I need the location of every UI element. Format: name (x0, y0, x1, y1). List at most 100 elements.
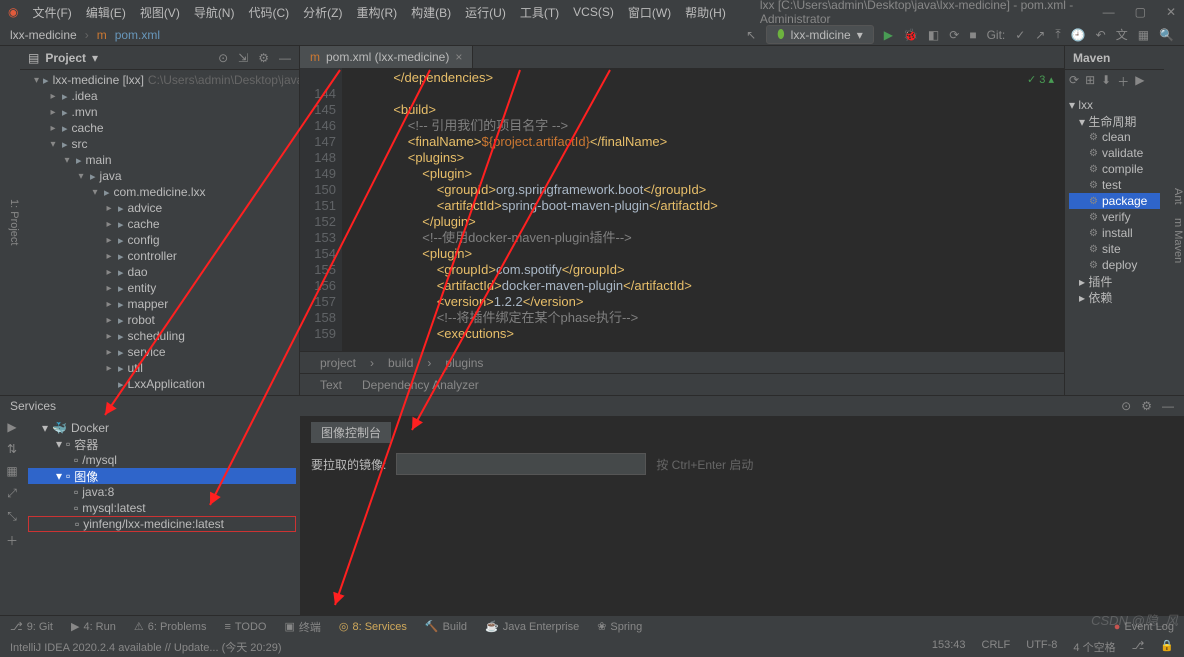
file-encoding[interactable]: UTF-8 (1026, 639, 1057, 655)
caret-position[interactable]: 153:43 (932, 639, 966, 655)
tool-terminal[interactable]: ▣终端 (284, 619, 320, 635)
tree-row[interactable]: ▸▸.idea (20, 88, 299, 104)
generate-icon[interactable]: ⊞ (1085, 73, 1095, 90)
menu-tools[interactable]: 工具(T) (520, 4, 559, 21)
tree-row[interactable]: ▸▸mapper (20, 296, 299, 312)
editor-subtab-text[interactable]: Text (320, 378, 342, 392)
run-maven-icon[interactable]: ▶ (1135, 73, 1144, 90)
tree-row[interactable]: ▸▸cache (20, 120, 299, 136)
inspection-widget[interactable]: ✓ 3 ▴ (1027, 72, 1054, 88)
tree-row[interactable]: ▸▸entity (20, 280, 299, 296)
collapse-icon[interactable]: ⤡ (7, 509, 17, 524)
maven-row[interactable]: ⚙compile (1069, 161, 1160, 177)
service-tree-row[interactable]: ▾🐳Docker (28, 420, 296, 436)
run-config-selector[interactable]: ⬮ lxx-mdicine ▾ (766, 25, 874, 44)
search-icon[interactable]: ▦ (1138, 28, 1149, 42)
run-icon[interactable]: ▶ (7, 420, 16, 434)
menu-code[interactable]: 代码(C) (248, 4, 289, 21)
menu-analyze[interactable]: 分析(Z) (303, 4, 342, 21)
tree-row[interactable]: ▾▸lxx-medicine [lxx] C:\Users\admin\Desk… (20, 72, 299, 88)
coverage-button[interactable]: ◧ (928, 28, 939, 42)
maven-row[interactable]: ▾ 生命周期 (1069, 113, 1160, 129)
tool-git[interactable]: ⎇9: Git (10, 620, 53, 633)
code-content[interactable]: ✓ 3 ▴ </dependencies> <build> <!-- 引用我们的… (342, 68, 1064, 351)
expand-all-icon[interactable]: ⇲ (238, 51, 248, 65)
gear-icon[interactable]: ⚙ (1141, 399, 1152, 413)
maven-row[interactable]: ▸ 插件 (1069, 273, 1160, 289)
minimize-icon[interactable]: — (1103, 5, 1115, 19)
tree-row[interactable]: ▸▸cache (20, 216, 299, 232)
breadcrumb-root[interactable]: lxx-medicine (10, 28, 77, 42)
editor-tab-pom[interactable]: m pom.xml (lxx-medicine) × (300, 46, 473, 68)
menu-navigate[interactable]: 导航(N) (194, 4, 235, 21)
menu-window[interactable]: 窗口(W) (628, 4, 671, 21)
add-icon[interactable]: ＋ (1117, 73, 1129, 90)
maven-row[interactable]: ▾ lxx (1069, 97, 1160, 113)
service-tree-row[interactable]: ▫mysql:latest (28, 500, 296, 516)
maven-tree[interactable]: ▾ lxx▾ 生命周期⚙clean⚙validate⚙compile⚙test⚙… (1065, 93, 1164, 309)
image-console-tab[interactable]: 图像控制台 (311, 422, 391, 443)
maven-row[interactable]: ⚙verify (1069, 209, 1160, 225)
translate-icon[interactable]: 文 (1116, 26, 1128, 43)
menu-vcs[interactable]: VCS(S) (573, 5, 614, 19)
services-tree[interactable]: ▾🐳Docker▾▫容器▫/mysql▾▫图像▫java:8▫mysql:lat… (24, 416, 300, 615)
tree-row[interactable]: ▸▸dao (20, 264, 299, 280)
project-tree[interactable]: ▾▸lxx-medicine [lxx] C:\Users\admin\Desk… (20, 70, 299, 395)
pull-image-input[interactable] (396, 453, 646, 475)
editor-breadcrumbs[interactable]: project› build› plugins (300, 351, 1064, 373)
editor-body[interactable]: 1441451461471481491501511521531541551561… (300, 68, 1064, 351)
stop-button[interactable]: ■ (969, 28, 976, 42)
tree-row[interactable]: ▾▸com.medicine.lxx (20, 184, 299, 200)
tool-spring[interactable]: ❀Spring (597, 620, 642, 633)
git-rollback-icon[interactable]: ↶ (1096, 28, 1106, 42)
tool-build[interactable]: 🔨Build (425, 620, 467, 633)
reload-icon[interactable]: ⟳ (1069, 73, 1079, 90)
maximize-icon[interactable]: ▢ (1135, 5, 1146, 19)
search-everywhere-icon[interactable]: 🔍 (1159, 28, 1174, 42)
settings-icon[interactable]: ⊙ (1121, 399, 1131, 413)
tree-row[interactable]: ▾▸main (20, 152, 299, 168)
debug-button[interactable]: 🐞 (903, 28, 918, 42)
filter-icon[interactable]: ⇅ (7, 442, 17, 456)
chevron-down-icon[interactable]: ▾ (92, 51, 98, 65)
git-branch-widget[interactable]: ⎇ (1132, 639, 1145, 655)
select-opened-icon[interactable]: ⊙ (218, 51, 228, 65)
run-button[interactable]: ▶ (884, 28, 893, 42)
close-icon[interactable]: ✕ (1166, 5, 1176, 19)
tree-row[interactable]: ▸▸.mvn (20, 104, 299, 120)
indent-status[interactable]: 4 个空格 (1073, 639, 1115, 655)
service-tree-row[interactable]: ▫java:8 (28, 484, 296, 500)
tree-row[interactable]: ▸LxxApplication (20, 376, 299, 392)
git-commit-icon[interactable]: ↗ (1035, 28, 1045, 42)
tool-todo[interactable]: ≡TODO (224, 621, 266, 633)
breadcrumb-file[interactable]: pom.xml (115, 28, 160, 42)
tool-javaee[interactable]: ☕Java Enterprise (485, 620, 579, 633)
menu-edit[interactable]: 编辑(E) (86, 4, 126, 21)
tool-run[interactable]: ▶4: Run (71, 620, 116, 633)
tree-row[interactable]: ▾▸java (20, 168, 299, 184)
maven-row[interactable]: ⚙clean (1069, 129, 1160, 145)
service-tree-row[interactable]: ▾▫容器 (28, 436, 296, 452)
group-icon[interactable]: ▦ (6, 464, 17, 478)
maven-row[interactable]: ⚙deploy (1069, 257, 1160, 273)
hide-icon[interactable]: — (279, 51, 291, 65)
editor-subtab-deps[interactable]: Dependency Analyzer (362, 378, 479, 392)
git-history-icon[interactable]: 🕘 (1071, 28, 1086, 42)
line-separator[interactable]: CRLF (982, 639, 1011, 655)
menu-help[interactable]: 帮助(H) (685, 4, 726, 21)
git-update-icon[interactable]: ✓ (1015, 28, 1025, 42)
tree-row[interactable]: ▸▸controller (20, 248, 299, 264)
menu-view[interactable]: 视图(V) (140, 4, 180, 21)
hide-icon[interactable]: — (1162, 399, 1174, 413)
menu-build[interactable]: 构建(B) (411, 4, 451, 21)
tool-services[interactable]: ◎8: Services (339, 620, 407, 633)
git-push-icon[interactable]: ⤒ (1055, 27, 1060, 42)
maven-row[interactable]: ⚙validate (1069, 145, 1160, 161)
maven-row[interactable]: ▸ 依赖 (1069, 289, 1160, 305)
tree-row[interactable]: ▾▸src (20, 136, 299, 152)
tree-row[interactable]: ▸▸util (20, 360, 299, 376)
menu-file[interactable]: 文件(F) (32, 4, 71, 21)
tree-row[interactable]: ▸▸robot (20, 312, 299, 328)
menu-refactor[interactable]: 重构(R) (356, 4, 397, 21)
tree-row[interactable]: ▸▸service (20, 344, 299, 360)
